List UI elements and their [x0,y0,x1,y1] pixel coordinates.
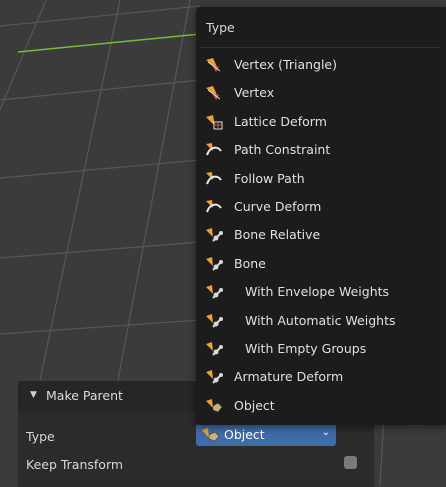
armature-icon [206,342,223,356]
menu-item-label: Path Constraint [234,142,331,158]
menu-item-label: Vertex (Triangle) [234,57,337,72]
menu-item-vertex-triangle[interactable]: Vertex (Triangle) [196,51,446,79]
armature-icon [206,256,223,271]
keep-transform-label: Keep Transform [26,457,124,472]
menu-item-label: Follow Path [234,170,305,186]
menu-item-path-constraint[interactable]: Path Constraint [196,136,446,164]
type-dropdown-value: Object [224,427,265,442]
menu-item-label: Curve Deform [234,199,322,214]
menu-item-label: Lattice Deform [234,113,327,129]
menu-item-vertex[interactable]: Vertex [196,79,446,107]
curve-icon [206,143,222,156]
menu-item-curve-deform[interactable]: Curve Deform [196,193,446,221]
type-dropdown[interactable]: Object ⌄ [196,424,336,446]
keep-transform-checkbox[interactable] [344,456,357,469]
menu-title: Type [206,20,235,35]
armature-icon [206,228,223,243]
vertex-parent-icon [206,58,221,72]
x-axis-line [17,33,201,53]
menu-item-with-automatic-weights[interactable]: With Automatic Weights [196,307,446,335]
menu-item-bone-relative[interactable]: Bone Relative [196,221,446,249]
curve-icon [206,171,222,184]
object-icon [202,428,220,442]
menu-item-label: Bone Relative [234,227,321,243]
menu-item-lattice-deform[interactable]: Lattice Deform [196,108,446,136]
armature-icon [206,285,223,299]
menu-item-label: Armature Deform [234,369,344,385]
menu-item-bone[interactable]: Bone [196,250,446,278]
panel-title: Make Parent [46,388,123,403]
menu-item-with-empty-groups[interactable]: With Empty Groups [196,335,446,363]
type-menu: Type Vertex (Triangle) Vertex Lattice Defo… [196,7,446,425]
menu-item-follow-path[interactable]: Follow Path [196,165,446,193]
armature-icon [206,370,223,385]
lattice-icon [206,114,223,130]
menu-item-with-envelope-weights[interactable]: With Envelope Weights [196,278,446,306]
type-label: Type [26,429,55,444]
object-icon [206,398,223,413]
armature-icon [206,313,223,328]
menu-item-label: Object [234,397,275,413]
menu-item-label: Vertex [234,85,275,101]
curve-icon [206,200,222,213]
menu-item-object[interactable]: Object [196,392,446,420]
vertex-parent-icon [206,86,221,101]
menu-item-label: With Empty Groups [245,341,367,356]
menu-item-armature-deform[interactable]: Armature Deform [196,363,446,391]
menu-item-label: With Automatic Weights [245,312,396,328]
menu-item-label: With Envelope Weights [245,284,390,300]
menu-divider [200,47,440,48]
collapse-triangle-icon[interactable]: ▼ [30,390,37,400]
chevron-down-icon: ⌄ [321,427,330,438]
menu-item-label: Bone [234,255,266,271]
